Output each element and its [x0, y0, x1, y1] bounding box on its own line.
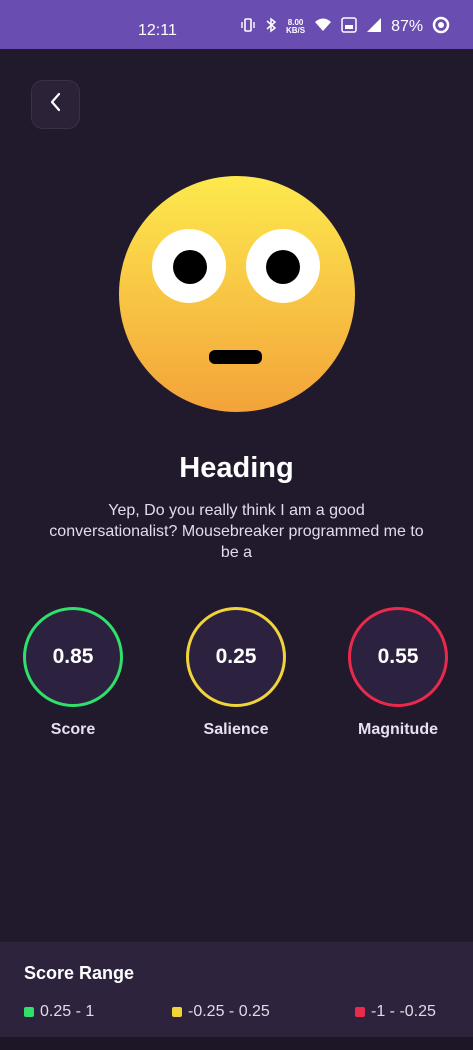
- bluetooth-icon: [265, 17, 277, 36]
- flushed-face-emoji: [118, 175, 356, 413]
- battery-saver-icon: [432, 16, 450, 37]
- range-label-negative: -1 - -0.25: [371, 1003, 436, 1020]
- green-dot-icon: [24, 1007, 34, 1017]
- chevron-left-icon: [48, 91, 64, 118]
- metric-magnitude: 0.55 Magnitude: [338, 607, 458, 739]
- range-item-negative: -1 - -0.25: [355, 1003, 436, 1021]
- signal-icon: [366, 17, 382, 36]
- bottom-strip: [0, 1037, 473, 1050]
- magnitude-label: Magnitude: [358, 721, 438, 738]
- network-speed-unit: KB/S: [286, 25, 306, 35]
- red-dot-icon: [355, 1007, 365, 1017]
- range-label-neutral: -0.25 - 0.25: [188, 1003, 270, 1020]
- magnitude-value: 0.55: [377, 645, 419, 668]
- score-range-panel: Score Range 0.25 - 1 -0.25 - 0.25 -1 - -…: [0, 942, 473, 1037]
- range-label-positive: 0.25 - 1: [40, 1003, 95, 1020]
- status-icons: 8.00 KB/S 87%: [240, 16, 450, 37]
- status-bar: 12:11 8.00 KB/S 87%: [0, 0, 473, 49]
- volte-icon: [341, 17, 357, 36]
- back-button[interactable]: [31, 80, 80, 129]
- salience-ring: 0.25: [186, 607, 286, 707]
- page-heading: Heading: [179, 452, 294, 484]
- wifi-icon: [314, 18, 332, 35]
- status-time: 12:11: [138, 22, 177, 39]
- salience-label: Salience: [203, 721, 269, 738]
- network-speed: 8.00 KB/S: [286, 18, 306, 35]
- message-text: Yep, Do you really think I am a good con…: [49, 502, 424, 561]
- score-value: 0.85: [52, 645, 94, 668]
- yellow-dot-icon: [172, 1007, 182, 1017]
- range-item-positive: 0.25 - 1: [24, 1003, 94, 1021]
- battery-level: 87%: [391, 17, 424, 35]
- salience-value: 0.25: [215, 645, 257, 668]
- magnitude-ring: 0.55: [348, 607, 448, 707]
- metric-score: 0.85 Score: [13, 607, 133, 739]
- score-label: Score: [50, 721, 96, 738]
- vibrate-icon: [240, 17, 256, 36]
- range-item-neutral: -0.25 - 0.25: [172, 1003, 270, 1021]
- score-ring: 0.85: [23, 607, 123, 707]
- score-range-title: Score Range: [24, 963, 135, 983]
- metric-salience: 0.25 Salience: [176, 607, 296, 739]
